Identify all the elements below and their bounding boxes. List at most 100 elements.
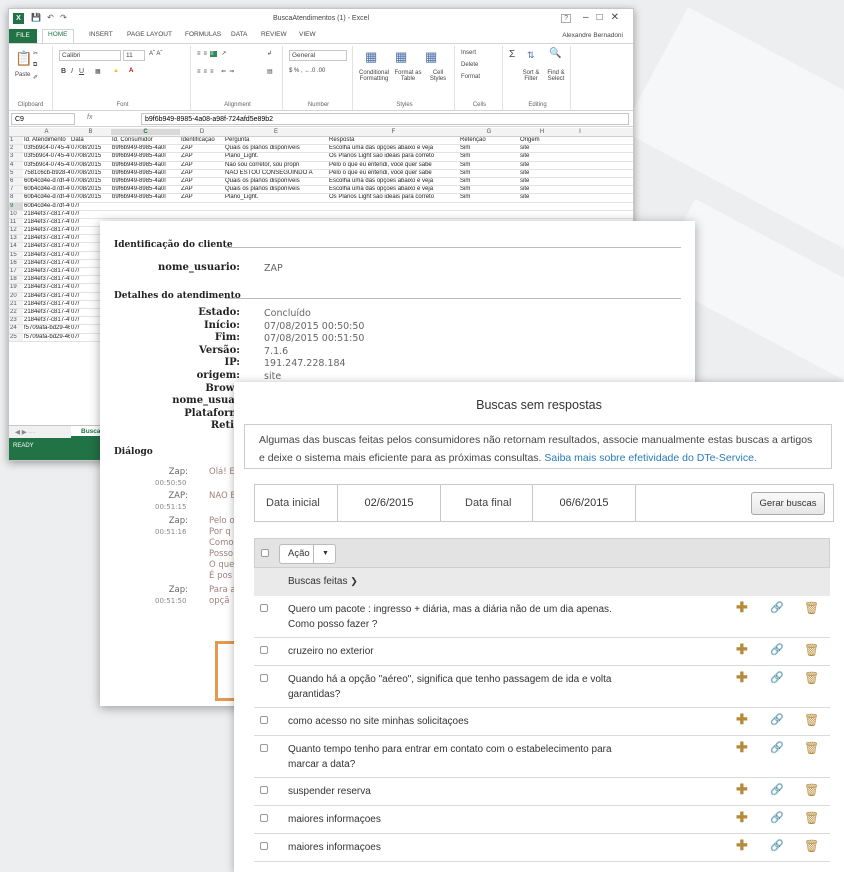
delete-button[interactable]: Delete	[461, 62, 478, 68]
row-number[interactable]: 15	[9, 251, 23, 259]
link-icon[interactable]: 🔗	[770, 741, 784, 754]
cell[interactable]: 07/08/2015	[71, 145, 111, 151]
cell[interactable]: site	[520, 178, 565, 184]
searches-column-header[interactable]: Buscas feitas ❯	[254, 568, 830, 596]
row-number[interactable]: 5	[9, 169, 23, 177]
cell[interactable]: Sim	[460, 162, 519, 168]
autosum-icon[interactable]: Σ	[509, 49, 515, 60]
tab-view[interactable]: VIEW	[299, 31, 316, 38]
select-all-checkbox[interactable]	[261, 549, 269, 557]
cell[interactable]: 7581c6cb-b928-4e	[24, 170, 70, 176]
cell[interactable]: Plano_Light.	[225, 153, 328, 159]
cell[interactable]: Quais os planos disponíveis	[225, 145, 328, 151]
row-number[interactable]: 6	[9, 177, 23, 186]
cell-styles-button[interactable]: Cell Styles	[425, 70, 451, 82]
cell[interactable]: b9f6b949-8985-4a0l	[112, 186, 180, 192]
conditional-formatting-icon[interactable]: ▦	[365, 49, 377, 65]
cell[interactable]: 2184ef37-c817-4f2	[24, 211, 70, 217]
cell[interactable]: Id. Atendimento	[24, 137, 70, 143]
conditional-formatting-button[interactable]: Conditional Formatting	[357, 70, 391, 82]
trash-icon[interactable]: 🗑	[804, 741, 819, 755]
cell[interactable]: 2184ef37-c817-4f2	[24, 268, 70, 274]
link-icon[interactable]: 🔗	[770, 839, 784, 852]
cell[interactable]: Data	[71, 137, 111, 143]
cell[interactable]: Origem	[520, 137, 565, 143]
find-select-button[interactable]: Find & Select	[543, 70, 569, 82]
cell[interactable]: b9f6b949-8985-4a0l	[112, 153, 180, 159]
cell[interactable]: Pergunta	[225, 137, 328, 143]
merge-icon[interactable]: ▤	[267, 68, 273, 75]
row-checkbox[interactable]	[260, 604, 268, 612]
add-icon[interactable]: ✚	[736, 711, 748, 728]
add-icon[interactable]: ✚	[736, 781, 748, 798]
format-button[interactable]: Format	[461, 74, 480, 80]
row-number[interactable]: 21	[9, 300, 23, 308]
column-header[interactable]: H	[519, 129, 565, 135]
fill-color-icon[interactable]: ▲	[113, 68, 119, 74]
tab-data[interactable]: DATA	[231, 31, 247, 38]
font-color-icon[interactable]: A	[129, 68, 133, 74]
row-number[interactable]: 20	[9, 292, 23, 300]
cell[interactable]: 2184ef37-c817-4f2	[24, 243, 70, 249]
trash-icon[interactable]: 🗑	[804, 713, 819, 727]
row-number[interactable]: 14	[9, 243, 23, 251]
cell[interactable]: 2184ef37-c817-4f2	[24, 227, 70, 233]
cell[interactable]: 60b4cd4e-d7df-46	[24, 194, 70, 200]
cell[interactable]: 07/	[71, 203, 111, 209]
number-format-select[interactable]: General	[289, 50, 347, 61]
column-header[interactable]: A	[23, 129, 70, 135]
user-name[interactable]: Alexandre Bernadoni	[562, 32, 623, 39]
tab-page-layout[interactable]: PAGE LAYOUT	[127, 31, 172, 38]
cell[interactable]: 2184ef37-c817-4f2	[24, 276, 70, 282]
cell[interactable]: Sim	[460, 194, 519, 200]
align-top-icon[interactable]: ≡≡≡ ↗	[197, 50, 229, 57]
italic-icon[interactable]: I	[71, 68, 73, 75]
sort-filter-button[interactable]: Sort & Filter	[519, 70, 543, 82]
row-number[interactable]: 16	[9, 259, 23, 267]
cell[interactable]: Pelo o que eu entendi, você quer sabe	[329, 162, 459, 168]
cell[interactable]: 2184ef37-c817-4f2	[24, 235, 70, 241]
add-icon[interactable]: ✚	[736, 641, 748, 658]
column-header[interactable]: F	[328, 129, 459, 135]
info-link[interactable]: Saiba mais sobre efetividade do DTe-Serv…	[544, 452, 756, 464]
trash-icon[interactable]: 🗑	[804, 643, 819, 657]
row-number[interactable]: 23	[9, 317, 23, 325]
column-header[interactable]: B	[70, 129, 111, 135]
sheet-nav-icon[interactable]: ◀ ▶ ···	[15, 428, 35, 436]
cell[interactable]: Plano_Light.	[225, 194, 328, 200]
row-number[interactable]: 2	[9, 145, 23, 153]
cell[interactable]: Resposta	[329, 137, 459, 143]
cell[interactable]: ZAP	[181, 178, 224, 184]
cell[interactable]: 07/08/2015	[71, 153, 111, 159]
row-number[interactable]: 4	[9, 161, 23, 169]
bold-icon[interactable]: B	[61, 68, 66, 75]
cell[interactable]: 2184ef37-c817-4f2	[24, 252, 70, 258]
column-header[interactable]: I	[565, 129, 595, 135]
cell[interactable]: Quais os planos disponíveis	[225, 178, 328, 184]
cell[interactable]: site	[520, 170, 565, 176]
row-checkbox[interactable]	[260, 744, 268, 752]
cell[interactable]: 60b4cd4e-d7df-46	[24, 178, 70, 184]
cell[interactable]: 07/08/2015	[71, 194, 111, 200]
link-icon[interactable]: 🔗	[770, 671, 784, 684]
row-number[interactable]: 22	[9, 308, 23, 317]
tab-home[interactable]: HOME	[42, 29, 74, 43]
fx-icon[interactable]: fx	[87, 114, 92, 121]
cell[interactable]: b9f6b949-8985-4a0l	[112, 170, 180, 176]
trash-icon[interactable]: 🗑	[804, 671, 819, 685]
cell[interactable]: site	[520, 145, 565, 151]
cell[interactable]: Escolha uma das opções abaixo e veja	[329, 145, 459, 151]
paste-button[interactable]: Paste	[15, 72, 30, 78]
row-number[interactable]: 11	[9, 218, 23, 227]
link-icon[interactable]: 🔗	[770, 783, 784, 796]
sort-icon[interactable]: ⇅	[527, 50, 535, 61]
cell[interactable]: 2184ef37-c817-4f2	[24, 309, 70, 315]
wrap-text-icon[interactable]: ↲	[267, 50, 272, 57]
cell[interactable]: b9f6b949-8985-4a0l	[112, 145, 180, 151]
paste-icon[interactable]: 📋	[15, 50, 32, 67]
find-icon[interactable]: 🔍	[549, 48, 561, 59]
cell-styles-icon[interactable]: ▦	[425, 49, 437, 65]
align-left-icon[interactable]: ≡≡≡ ⇐⇒	[197, 68, 237, 75]
name-box[interactable]: C9	[11, 113, 75, 125]
column-header[interactable]: E	[224, 129, 328, 135]
